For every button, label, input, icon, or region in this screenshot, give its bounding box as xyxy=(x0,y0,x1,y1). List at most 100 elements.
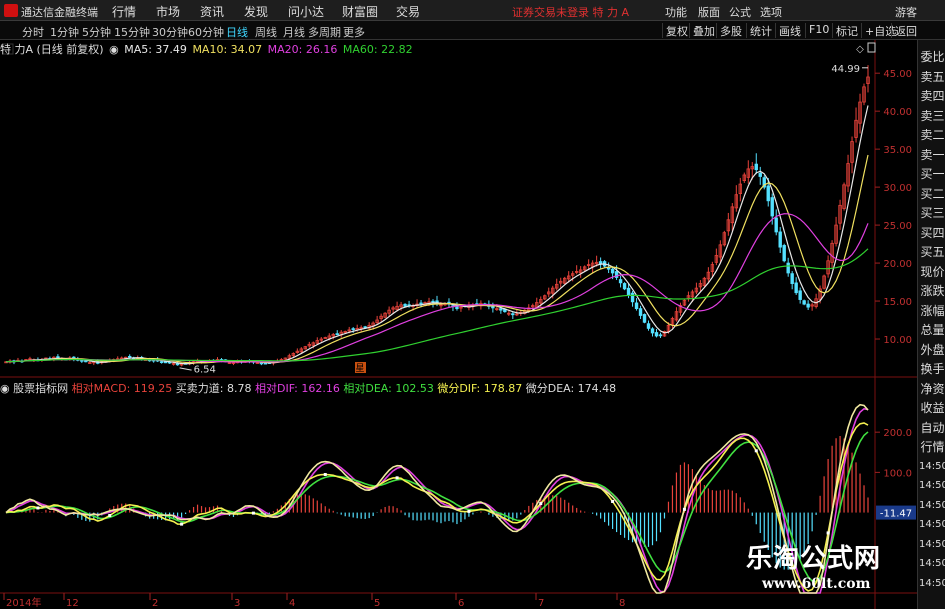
quote-label: 卖三 xyxy=(920,108,945,123)
quote-label: 买五 xyxy=(920,245,945,259)
menu-layout[interactable]: 版面 xyxy=(698,4,720,20)
quote-label: 14:50 xyxy=(919,519,945,530)
candle-body xyxy=(351,328,355,331)
back-button[interactable]: 返回 xyxy=(891,23,920,38)
time-tick-label: 2014年 xyxy=(6,596,41,609)
candle-body xyxy=(419,302,423,305)
indicator-tick-label: 200.0 xyxy=(883,428,912,439)
candle-body xyxy=(598,261,603,265)
f10-button[interactable]: F10 xyxy=(805,23,832,38)
tab-monthly[interactable]: 月线 xyxy=(283,24,305,40)
menu-item-market[interactable]: 市场 xyxy=(156,3,180,20)
chart-canvas[interactable]: 45.00 40.00 35.00 30.00 25.00 20.00 15.00 10.00… xyxy=(0,40,917,609)
quote-label: 14:50 xyxy=(919,499,945,511)
tab-intraday[interactable]: 分时 xyxy=(22,24,44,40)
quote-label: 14:50 xyxy=(919,460,945,472)
quote-label: 涨幅 xyxy=(920,303,945,318)
indicator-name[interactable]: 股票指标网 xyxy=(13,382,68,395)
price-tick-label: 45.00 xyxy=(883,69,912,80)
menu-function[interactable]: 功能 xyxy=(665,4,687,20)
candle-body xyxy=(658,334,663,337)
login-user[interactable]: 游客 xyxy=(895,4,917,20)
candle-body xyxy=(794,282,798,294)
max-price-label: 44.99 xyxy=(831,64,860,75)
draw-line-button[interactable]: 画线 xyxy=(775,23,804,38)
menu-item-discover[interactable]: 发现 xyxy=(244,3,268,20)
quote-panel: 委比 卖五 卖四 卖三 卖二 卖一 买一 买二 买三 买四 买五 现价 涨跌 涨幅 总量 外盘 换手 净资 收益 自动… xyxy=(917,40,945,609)
settings-icon[interactable]: ◉ xyxy=(0,382,10,395)
quote-label: 卖一 xyxy=(920,147,945,162)
quote-label: 14:50 xyxy=(919,480,945,491)
time-tick-label: 4 xyxy=(289,598,295,609)
dif-value: 相对DIF: 162.16 xyxy=(254,382,340,395)
tab-multi-period[interactable]: 多周期 xyxy=(308,24,341,40)
signal-dot xyxy=(251,511,255,515)
overlay-button[interactable]: 叠加 xyxy=(689,23,718,38)
menu-item-news[interactable]: 资讯 xyxy=(200,3,224,20)
tab-daily[interactable]: 日线 xyxy=(226,24,248,40)
quote-label: 收益 xyxy=(920,401,945,415)
menu-options[interactable]: 选项 xyxy=(760,4,782,20)
candle-body xyxy=(511,313,515,316)
macd-value: 相对MACD: 119.25 xyxy=(71,382,173,395)
tab-15min[interactable]: 15分钟 xyxy=(114,24,150,40)
value-badge: -11.47 xyxy=(880,509,912,520)
candle-body xyxy=(770,197,774,217)
menu-item-quotes[interactable]: 行情 xyxy=(112,3,136,20)
statistics-button[interactable]: 统计 xyxy=(746,23,775,38)
candle-body xyxy=(638,308,643,316)
min-price-pointer xyxy=(179,367,192,371)
signal-dot xyxy=(682,507,686,511)
price-tick-label: 40.00 xyxy=(883,107,912,118)
tab-weekly[interactable]: 周线 xyxy=(255,24,277,40)
quote-label: 外盘 xyxy=(920,342,945,357)
tab-60min[interactable]: 60分钟 xyxy=(188,24,224,40)
quote-label: 涨跌 xyxy=(920,284,945,298)
app-name: 通达信金融终端 xyxy=(21,6,98,19)
signal-dot xyxy=(323,472,327,476)
quote-label: 14:50 xyxy=(919,577,945,589)
watermark-url: www.60lt.com xyxy=(762,576,871,592)
login-notice[interactable]: 证券交易未登录 特 力 A xyxy=(512,4,629,20)
tab-more[interactable]: 更多 xyxy=(343,24,365,40)
menu-item-wealth[interactable]: 财富圈 xyxy=(342,3,378,20)
wdea-value: 微分DEA: 174.48 xyxy=(525,382,617,395)
quote-label: 卖五 xyxy=(920,69,945,84)
multi-stock-button[interactable]: 多股 xyxy=(716,23,745,38)
tab-5min[interactable]: 5分钟 xyxy=(82,24,111,40)
signal-dot xyxy=(180,522,184,526)
price-tick-label: 10.00 xyxy=(883,335,912,346)
signal-dot xyxy=(611,499,615,503)
menu-item-assistant[interactable]: 问小达 xyxy=(288,3,324,20)
quote-label: 卖四 xyxy=(920,89,945,103)
candle-body xyxy=(630,292,635,303)
tab-1min[interactable]: 1分钟 xyxy=(50,24,79,40)
candle-body xyxy=(499,308,503,311)
candle-body xyxy=(455,306,459,310)
price-tick-label: 35.00 xyxy=(883,145,912,156)
indicator-tick-label: 100.0 xyxy=(883,468,912,479)
signal-dot xyxy=(467,509,471,513)
ma5-value: MA5: 37.49 xyxy=(124,43,187,56)
mark-button[interactable]: 标记 xyxy=(832,23,861,38)
candle-body xyxy=(798,290,802,300)
quote-label: 买二 xyxy=(920,186,945,201)
time-tick-label: 3 xyxy=(234,598,240,609)
candle-body xyxy=(634,302,639,310)
candle-body xyxy=(754,163,758,171)
quote-label: 买四 xyxy=(920,225,945,240)
candle-body xyxy=(622,283,627,290)
watermark: 乐淘公式网 www.60lt.com xyxy=(732,534,912,604)
timeframe-bar: 分时 1分钟 5分钟 15分钟 30分钟 60分钟 日线 周线 月线 多周期 更… xyxy=(0,21,945,40)
signal-dot xyxy=(108,513,112,517)
quote-label: 买三 xyxy=(920,206,945,220)
menu-item-trade[interactable]: 交易 xyxy=(396,3,420,20)
tab-30min[interactable]: 30分钟 xyxy=(152,24,188,40)
time-tick-label: 5 xyxy=(374,598,380,609)
settings-icon[interactable]: ◉ xyxy=(109,43,119,56)
menu-formula[interactable]: 公式 xyxy=(729,4,751,20)
dea-value: 相对DEA: 102.53 xyxy=(343,382,434,395)
adjust-button[interactable]: 复权 xyxy=(662,23,691,38)
candle-body xyxy=(790,273,794,284)
signal-dot xyxy=(754,449,758,453)
